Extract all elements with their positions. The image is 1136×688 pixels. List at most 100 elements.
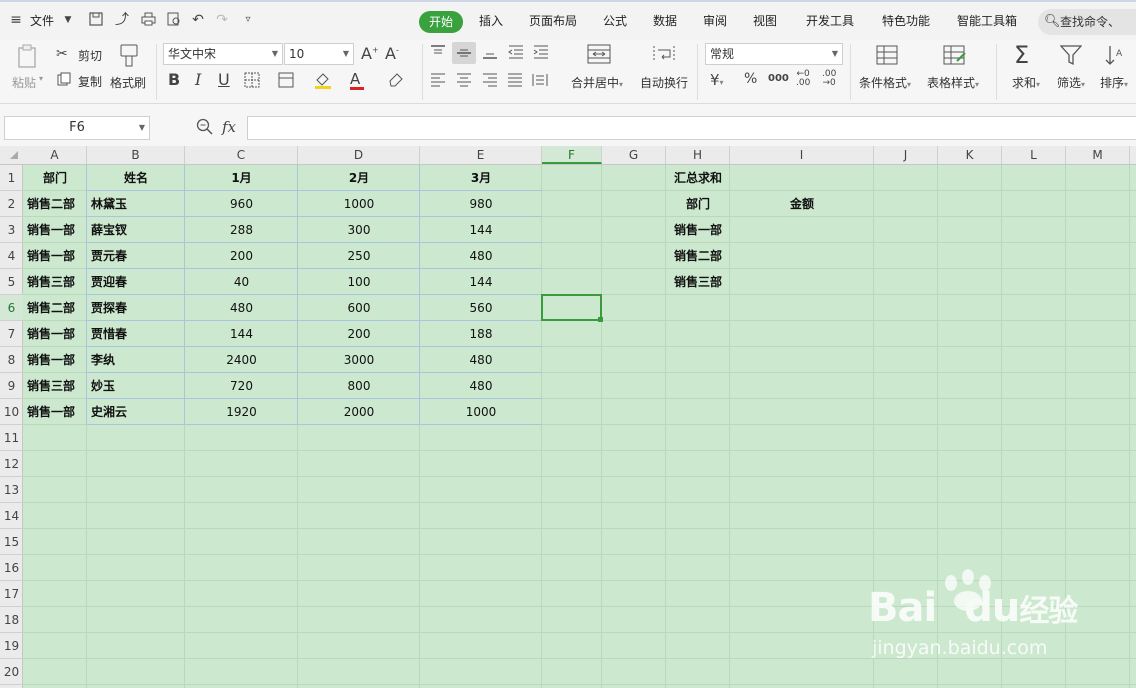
clear-format-icon[interactable]	[387, 71, 405, 90]
table-cell[interactable]: 1920	[185, 399, 298, 425]
sum-button[interactable]: 求和▾	[1012, 74, 1040, 91]
table-cell[interactable]: 188	[420, 321, 542, 347]
print-preview-icon[interactable]	[166, 12, 182, 28]
table-cell[interactable]: 200	[298, 321, 420, 347]
row-header-13[interactable]: 13	[0, 477, 23, 503]
table-cell[interactable]: 200	[185, 243, 298, 269]
conditional-format-button[interactable]: 条件格式▾	[859, 74, 911, 91]
table-header-cell[interactable]: 3月	[420, 165, 542, 191]
summary-header-cell[interactable]: 部门	[666, 191, 730, 217]
row-header-4[interactable]: 4	[0, 243, 23, 269]
row-header-7[interactable]: 7	[0, 321, 23, 347]
number-format-select[interactable]: 常规 ▼	[705, 43, 843, 65]
table-cell[interactable]: 销售一部	[23, 217, 87, 243]
table-cell[interactable]: 560	[420, 295, 542, 321]
table-cell[interactable]: 2000	[298, 399, 420, 425]
row-header-15[interactable]: 15	[0, 529, 23, 555]
formula-input[interactable]	[247, 116, 1136, 140]
grow-font-button[interactable]: A+	[361, 44, 379, 63]
row-header-12[interactable]: 12	[0, 451, 23, 477]
save-icon[interactable]	[88, 12, 104, 28]
sort-button[interactable]: 排序▾	[1100, 74, 1128, 91]
paste-icon[interactable]	[16, 44, 40, 68]
row-header-1[interactable]: 1	[0, 165, 23, 191]
file-menu[interactable]: 文件	[30, 12, 54, 29]
row-header-2[interactable]: 2	[0, 191, 23, 217]
column-header-l[interactable]: L	[1002, 146, 1066, 164]
table-cell[interactable]: 妙玉	[87, 373, 185, 399]
table-cell[interactable]: 贾惜春	[87, 321, 185, 347]
shrink-font-button[interactable]: A-	[385, 44, 399, 63]
table-cell[interactable]: 40	[185, 269, 298, 295]
table-cell[interactable]: 980	[420, 191, 542, 217]
table-header-cell[interactable]: 部门	[23, 165, 87, 191]
font-color-icon[interactable]: A	[350, 70, 364, 90]
column-header-c[interactable]: C	[185, 146, 298, 164]
row-header-17[interactable]: 17	[0, 581, 23, 607]
table-cell[interactable]: 销售一部	[23, 347, 87, 373]
merge-center-button[interactable]: 合并居中▾	[571, 74, 623, 91]
row-header-9[interactable]: 9	[0, 373, 23, 399]
increase-indent-icon[interactable]	[533, 45, 549, 62]
distributed-align-icon[interactable]	[532, 73, 548, 90]
summary-dept-cell[interactable]: 销售二部	[666, 243, 730, 269]
table-cell[interactable]: 300	[298, 217, 420, 243]
table-cell[interactable]: 480	[420, 373, 542, 399]
table-cell[interactable]: 销售三部	[23, 373, 87, 399]
borders-icon[interactable]	[244, 72, 260, 91]
redo-icon[interactable]: ↷	[214, 12, 230, 28]
column-header-e[interactable]: E	[420, 146, 542, 164]
tab-formulas[interactable]: 公式	[603, 12, 627, 29]
selected-cell-f6[interactable]	[541, 294, 603, 322]
select-all-corner[interactable]	[10, 151, 18, 159]
table-header-cell[interactable]: 2月	[298, 165, 420, 191]
table-cell[interactable]: 贾迎春	[87, 269, 185, 295]
column-header-d[interactable]: D	[298, 146, 420, 164]
row-header-20[interactable]: 20	[0, 659, 23, 685]
table-cell[interactable]: 800	[298, 373, 420, 399]
name-box[interactable]: F6 ▼	[4, 116, 150, 140]
justify-icon[interactable]	[507, 73, 523, 90]
percent-button[interactable]: %	[744, 71, 757, 87]
cut-button[interactable]: 剪切	[78, 47, 102, 64]
row-header-11[interactable]: 11	[0, 425, 23, 451]
tab-review[interactable]: 审阅	[703, 12, 727, 29]
align-bottom-icon[interactable]	[482, 45, 498, 62]
table-cell[interactable]: 李纨	[87, 347, 185, 373]
table-cell[interactable]: 144	[420, 269, 542, 295]
font-size-select[interactable]: 10 ▼	[284, 43, 354, 65]
row-header-5[interactable]: 5	[0, 269, 23, 295]
table-cell[interactable]: 销售二部	[23, 191, 87, 217]
table-cell[interactable]: 480	[185, 295, 298, 321]
italic-button[interactable]: I	[195, 70, 201, 89]
column-header-m[interactable]: M	[1066, 146, 1130, 164]
table-cell[interactable]: 144	[420, 217, 542, 243]
column-header-h[interactable]: H	[666, 146, 730, 164]
align-top-icon[interactable]	[430, 45, 446, 62]
column-header-i[interactable]: I	[730, 146, 874, 164]
paste-button[interactable]: 粘贴	[12, 74, 36, 91]
paste-dropdown-icon[interactable]: ▾	[39, 74, 43, 83]
tab-data[interactable]: 数据	[653, 12, 677, 29]
summary-header-cell[interactable]: 金额	[730, 191, 874, 217]
align-center-icon[interactable]	[456, 73, 472, 90]
underline-button[interactable]: U	[218, 70, 230, 89]
table-header-cell[interactable]: 1月	[185, 165, 298, 191]
table-cell[interactable]: 林黛玉	[87, 191, 185, 217]
row-header-18[interactable]: 18	[0, 607, 23, 633]
tab-start[interactable]: 开始	[419, 11, 463, 33]
table-cell[interactable]: 3000	[298, 347, 420, 373]
tab-special-features[interactable]: 特色功能	[882, 12, 930, 29]
row-header-3[interactable]: 3	[0, 217, 23, 243]
currency-button[interactable]: ¥▾	[710, 71, 724, 89]
align-right-icon[interactable]	[482, 73, 498, 90]
table-cell[interactable]: 100	[298, 269, 420, 295]
table-cell[interactable]: 薛宝钗	[87, 217, 185, 243]
column-header-b[interactable]: B	[87, 146, 185, 164]
format-painter-button[interactable]: 格式刷	[110, 74, 146, 91]
decrease-decimal-icon[interactable]: .00 →0	[822, 70, 836, 88]
function-button[interactable]: fx	[222, 118, 236, 136]
column-header-f[interactable]: F	[542, 146, 602, 164]
table-cell[interactable]: 600	[298, 295, 420, 321]
table-cell[interactable]: 销售一部	[23, 321, 87, 347]
